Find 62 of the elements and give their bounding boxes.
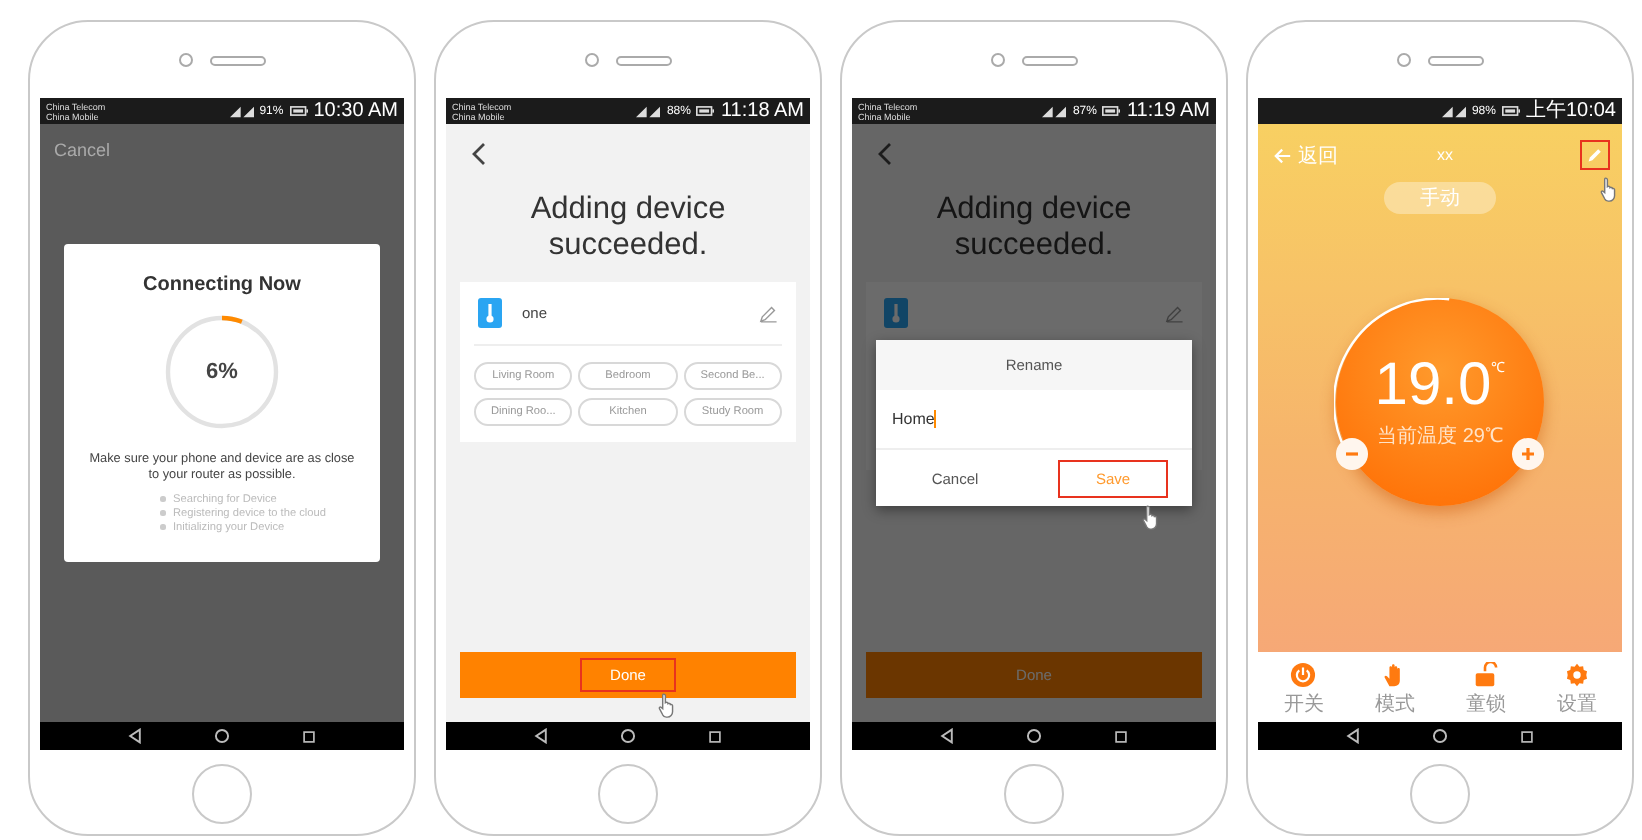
front-camera-icon [1396, 52, 1412, 68]
toolbar-button[interactable]: 童锁 [1440, 662, 1531, 718]
recent-apps-icon[interactable] [302, 729, 316, 743]
back-chevron-icon [470, 142, 486, 166]
recent-apps-icon[interactable] [708, 729, 722, 743]
home-nav-icon[interactable] [1432, 728, 1448, 744]
status-time: 10:30 AM [313, 98, 398, 124]
back-nav-icon[interactable] [1346, 728, 1360, 744]
home-nav-icon[interactable] [1026, 728, 1042, 744]
back-nav-icon[interactable] [940, 728, 954, 744]
back-nav-icon[interactable] [128, 728, 142, 744]
settings-icon [1563, 662, 1590, 688]
dialog-title: Connecting Now [143, 274, 301, 296]
signal-icon [636, 105, 661, 117]
status-time: 11:18 AM [720, 98, 804, 124]
hand-cursor-icon [658, 692, 676, 718]
back-button[interactable] [470, 142, 486, 166]
back-nav-icon[interactable] [534, 728, 548, 744]
toolbar-button[interactable]: 模式 [1349, 662, 1440, 718]
device-title: xx [1435, 146, 1455, 164]
home-nav-icon[interactable] [214, 728, 230, 744]
thermometer-icon [478, 298, 502, 328]
plus-icon [1520, 446, 1536, 462]
power-icon [1290, 662, 1317, 688]
back-button[interactable]: 返回 [1274, 141, 1338, 169]
cancel-button[interactable]: Cancel [54, 140, 111, 160]
recent-apps-icon[interactable] [1114, 729, 1128, 743]
battery-icon [1102, 106, 1121, 116]
unlocked-padlock-icon [1472, 662, 1499, 688]
current-temperature: 当前温度 29℃ [1377, 423, 1503, 450]
battery-icon [1501, 106, 1520, 116]
back-chevron-icon [876, 142, 892, 166]
recent-apps-icon[interactable] [1520, 729, 1534, 743]
progress-percent: 6% [206, 360, 238, 384]
temperature-value: 19.0 [1374, 354, 1492, 418]
page-title: Adding device succeeded. [528, 192, 728, 264]
edit-button[interactable] [1580, 140, 1610, 170]
front-camera-icon [584, 52, 600, 68]
back-arrow-icon [1274, 147, 1292, 163]
toolbar-button[interactable]: 开关 [1258, 662, 1349, 718]
status-time: 上午10:04 [1525, 98, 1616, 124]
home-nav-icon[interactable] [620, 728, 636, 744]
pencil-icon [1586, 146, 1604, 164]
page-title: Adding device succeeded. [934, 192, 1134, 264]
speaker-grille-icon [1022, 55, 1078, 65]
thermometer-icon [884, 298, 908, 328]
pencil-icon[interactable] [758, 303, 778, 323]
battery-icon [696, 106, 715, 116]
speaker-grille-icon [1428, 55, 1484, 65]
front-camera-icon [178, 52, 194, 68]
signal-icon [1042, 105, 1067, 117]
hand-cursor-icon [1142, 504, 1160, 530]
front-camera-icon [990, 52, 1006, 68]
speaker-grille-icon [616, 55, 672, 65]
status-time: 11:19 AM [1126, 98, 1210, 124]
minus-icon [1344, 446, 1360, 462]
hand-cursor-icon [1600, 176, 1618, 202]
signal-icon [229, 105, 254, 117]
toolbar-button[interactable]: 设置 [1531, 662, 1622, 718]
signal-icon [1441, 105, 1466, 117]
speaker-grille-icon [210, 55, 266, 65]
battery-icon [289, 106, 308, 116]
